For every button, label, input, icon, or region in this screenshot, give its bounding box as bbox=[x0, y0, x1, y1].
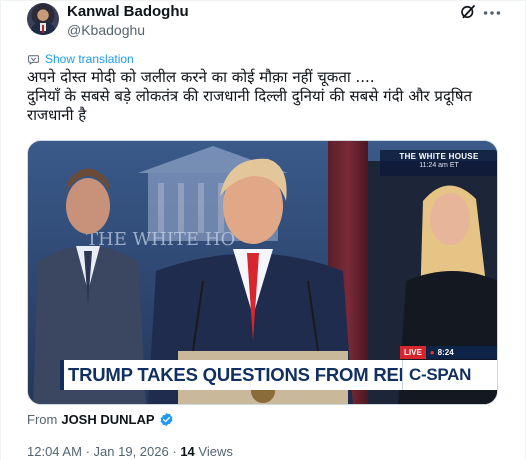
post-text: अपने दोस्त मोदी को जलील करने का कोई मौक़… bbox=[27, 68, 507, 125]
chyron: TRUMP TAKES QUESTIONS FROM REPORTERS bbox=[60, 360, 487, 390]
post-line: अपने दोस्त मोदी को जलील करने का कोई मौक़… bbox=[27, 68, 375, 86]
grok-icon[interactable] bbox=[459, 3, 477, 21]
post-video[interactable]: THE WHITE HO THE WHITE HOUSE 11:24 am ET… bbox=[27, 140, 498, 405]
translate-icon bbox=[28, 54, 39, 65]
post-time[interactable]: 12:04 AM bbox=[27, 444, 82, 459]
views-label: Views bbox=[198, 444, 233, 459]
avatar-tie bbox=[42, 25, 44, 33]
channel-logo-text: C-SPAN bbox=[409, 365, 472, 384]
live-dot-icon: ● bbox=[429, 348, 435, 357]
source-name[interactable]: JOSH DUNLAP bbox=[61, 412, 154, 427]
backdrop-text: THE WHITE HO bbox=[86, 229, 235, 250]
post-meta: 12:04 AM · Jan 19, 2026 · 14 Views bbox=[27, 444, 233, 459]
network-tag-time: 11:24 am ET bbox=[419, 162, 459, 169]
more-icon[interactable] bbox=[481, 2, 503, 24]
top-divider bbox=[0, 0, 526, 1]
live-time: 8:24 bbox=[437, 348, 454, 357]
live-label: LIVE bbox=[400, 346, 426, 359]
live-bar: LIVE ● 8:24 bbox=[400, 346, 497, 359]
verified-badge-icon bbox=[160, 412, 172, 427]
post-line: राजधानी है bbox=[27, 106, 87, 124]
show-translation-link[interactable]: Show translation bbox=[27, 51, 134, 67]
source-attribution[interactable]: From JOSH DUNLAP bbox=[27, 412, 174, 427]
views-count: 14 bbox=[180, 444, 195, 459]
author-handle[interactable]: @Kbadoghu bbox=[67, 22, 145, 38]
meta-separator: · bbox=[172, 444, 177, 459]
tweet-card: Kanwal Badoghu @Kbadoghu Show translatio… bbox=[0, 0, 526, 460]
avatar[interactable] bbox=[27, 3, 59, 35]
show-translation-label[interactable]: Show translation bbox=[45, 52, 134, 66]
left-border bbox=[0, 0, 1, 460]
source-prefix: From bbox=[27, 412, 58, 427]
author-display-name[interactable]: Kanwal Badoghu bbox=[67, 3, 189, 20]
post-date[interactable]: Jan 19, 2026 bbox=[94, 444, 169, 459]
network-tag-title: THE WHITE HOUSE bbox=[399, 152, 479, 161]
channel-logo: C-SPAN bbox=[402, 360, 497, 390]
network-tag: THE WHITE HOUSE 11:24 am ET bbox=[380, 150, 497, 176]
meta-separator: · bbox=[85, 444, 90, 459]
post-line: दुनियाँ के सबसे बड़े लोकतंत्र की राजधानी… bbox=[27, 87, 473, 105]
